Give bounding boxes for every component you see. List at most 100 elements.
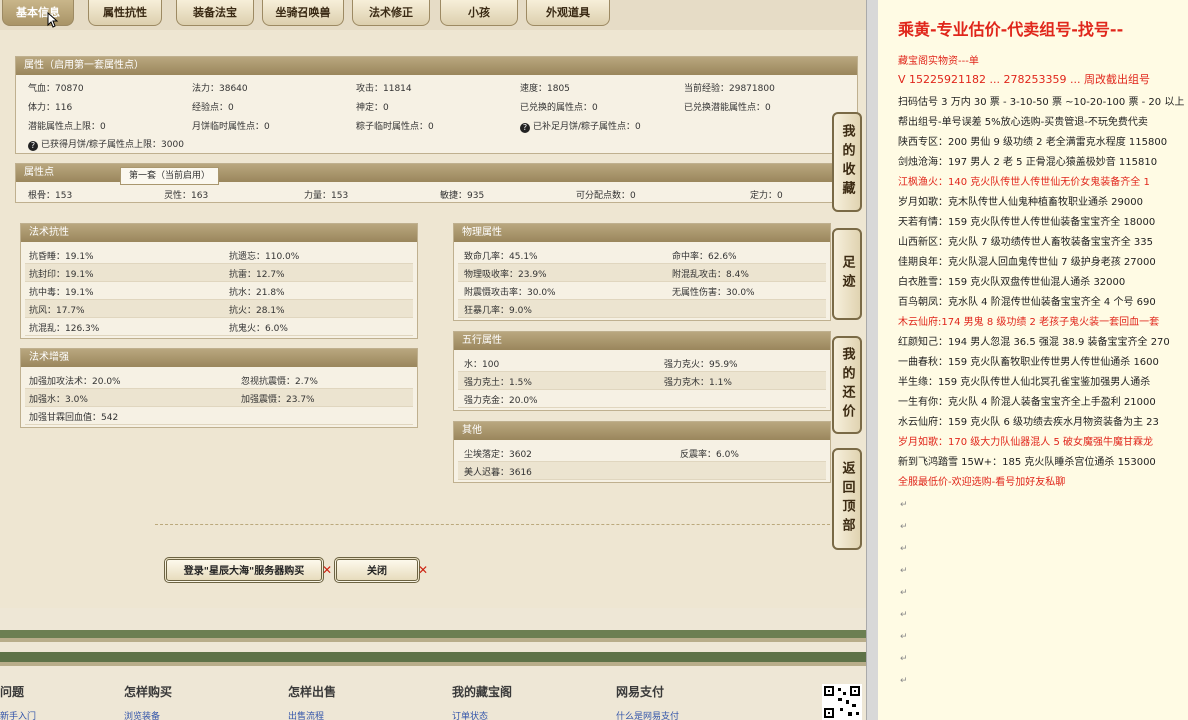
tab-basic-info[interactable]: 基本信息 (2, 0, 74, 26)
notes-line: 白衣胜雪：159 克火队双盘传世仙混人通杀 32000 (898, 277, 1126, 288)
field-free-points: 可分配点数：0 (576, 191, 636, 201)
footprint-button[interactable]: 足迹 (832, 228, 862, 320)
table-row: 抗混乱：126.3% 抗鬼火：6.0% (25, 318, 413, 336)
physical-panel: 物理属性 致命几率：45.1% 命中率：62.6% 物理吸收率：23.9% 附混… (453, 223, 831, 321)
content-area: 属性（启用第一套属性点） 气血：70870 法力：38640 攻击：11814 … (0, 30, 866, 608)
phys-cell: 附混乱攻击：8.4% (672, 270, 749, 280)
field-shending: 神定：0 (356, 103, 389, 113)
footer-col-faq: 问题 (0, 685, 25, 699)
resist-cell: 抗混乱：126.3% (29, 324, 100, 334)
notes-line: 江枫渔火：140 克火队传世人传世仙无价女鬼装备齐全 1 (898, 177, 1150, 188)
table-row: 抗昏睡：19.1% 抗遗忘：110.0% (25, 246, 413, 264)
table-row: 狂暴几率：9.0% (458, 300, 826, 318)
field-minjie: 敏捷：935 (440, 191, 485, 201)
phys-cell: 附震慑攻击率：30.0% (464, 288, 556, 298)
field-mooncake-points: 月饼临时属性点：0 (192, 122, 270, 132)
physical-title: 物理属性 (454, 224, 830, 242)
back-to-top-button[interactable]: 返回顶部 (832, 448, 862, 550)
wuxing-panel: 五行属性 水：100 强力克火：95.9% 强力克土：1.5% 强力克木：1.1… (453, 331, 831, 411)
footer-link[interactable]: 什么是网易支付 (616, 709, 679, 720)
table-row: 抗风：17.7% 抗火：28.1% (25, 300, 413, 318)
tab-equipment[interactable]: 装备法宝 (176, 0, 254, 26)
field-exchanged-points: 已兑换的属性点：0 (520, 103, 598, 113)
enhance-cell: 加强加攻法术：20.0% (29, 377, 121, 387)
mouse-cursor-icon (47, 12, 58, 28)
paragraph-mark-icon: ↵ (900, 588, 908, 598)
resist-cell: 抗昏睡：19.1% (29, 252, 94, 262)
paragraph-mark-icon: ↵ (900, 544, 908, 554)
table-row: 美人迟暮：3616 (458, 462, 826, 480)
table-row: 水：100 强力克火：95.9% (458, 354, 826, 372)
phys-cell: 物理吸收率：23.9% (464, 270, 547, 280)
footer-col-my-cbg: 我的藏宝阁 (452, 685, 513, 699)
notes-line: 半生缘：159 克火队传世人仙北冥孔雀宝鉴加强男人通杀 (898, 377, 1151, 388)
resist-cell: 抗火：28.1% (229, 306, 285, 316)
my-favorites-button[interactable]: 我的收藏 (832, 112, 862, 212)
notes-line: 新到飞鸿踏雪 15W+：185 克火队睡杀宫位通杀 153000 (898, 457, 1156, 468)
resist-cell: 抗鬼火：6.0% (229, 324, 288, 334)
table-row: 尘埃落定：3602 反震率：6.0% (458, 444, 826, 462)
field-zongzi-points: 粽子临时属性点：0 (356, 122, 434, 132)
field-liliang: 力量：153 (304, 191, 349, 201)
other-panel: 其他 尘埃落定：3602 反震率：6.0% 美人迟暮：3616 (453, 421, 831, 483)
notes-line: 山西新区：克火队 7 级功绩传世人畜牧装备宝宝齐全 335 (898, 237, 1153, 248)
table-row: 加强加攻法术：20.0% 忽视抗震慑：2.7% (25, 371, 413, 389)
tab-bar: 基本信息 属性抗性 装备法宝 坐骑召唤兽 法术修正 小孩 外观道具 (0, 0, 866, 30)
notes-title: 乘黄-专业估价-代卖组号-找号-- (898, 20, 1124, 39)
tab-child[interactable]: 小孩 (440, 0, 518, 26)
notes-line: 岁月如歌：170 级大力队仙器混人 5 破女魔强牛魔甘霖龙 (898, 437, 1153, 448)
attribute-panel-title: 属性（启用第一套属性点） (16, 57, 857, 75)
game-window: 基本信息 属性抗性 装备法宝 坐骑召唤兽 法术修正 小孩 外观道具 属性（启用第… (0, 0, 866, 720)
footer-link[interactable]: 浏览装备 (124, 709, 160, 720)
footer-link[interactable]: 新手入门 (0, 709, 36, 720)
table-row: 强力克金：20.0% (458, 390, 826, 408)
notes-line: 一生有你：克火队 4 阶混人装备宝宝齐全上手盈利 21000 (898, 397, 1156, 408)
field-exchanged-potential: 已兑换潜能属性点：0 (684, 103, 771, 113)
tab-mounts-summons[interactable]: 坐骑召唤兽 (262, 0, 344, 26)
paragraph-mark-icon: ↵ (900, 654, 908, 664)
wuxing-cell: 强力克土：1.5% (464, 378, 532, 388)
wuxing-cell: 强力克火：95.9% (664, 360, 738, 370)
other-title: 其他 (454, 422, 830, 440)
spell-enhance-panel: 法术增强 加强加攻法术：20.0% 忽视抗震慑：2.7% 加强水：3.0% 加强… (20, 348, 418, 428)
field-exp: 当前经验：29871800 (684, 84, 775, 94)
footer-link[interactable]: 出售流程 (288, 709, 324, 720)
paragraph-mark-icon: ↵ (900, 676, 908, 686)
field-attack: 攻击：11814 (356, 84, 412, 94)
notes-line: 一曲春秋：159 克火队畜牧职业传世男人传世仙通杀 1600 (898, 357, 1159, 368)
divider-line (155, 524, 835, 525)
wuxing-cell: 强力克金：20.0% (464, 396, 538, 406)
notes-document: 乘黄-专业估价-代卖组号-找号-- 藏宝阁实物资---单 V 152259211… (878, 0, 1188, 720)
tab-spell-correction[interactable]: 法术修正 (352, 0, 430, 26)
footer-col-how-sell: 怎样出售 (288, 685, 337, 699)
my-counteroffer-button[interactable]: 我的还价 (832, 336, 862, 434)
login-buy-button[interactable]: 登录"星辰大海"服务器购买 (164, 557, 324, 583)
tab-attr-resist[interactable]: 属性抗性 (88, 0, 162, 26)
close-button[interactable]: 关闭 (334, 557, 420, 583)
help-icon[interactable]: ? (28, 141, 38, 151)
field-gengu: 根骨：153 (28, 191, 73, 201)
table-row: 抗封印：19.1% 抗雷：12.7% (25, 264, 413, 282)
spell-resist-title: 法术抗性 (21, 224, 417, 242)
points-panel-title: 属性点 (16, 164, 116, 182)
wuxing-title: 五行属性 (454, 332, 830, 350)
phys-cell: 无属性伤害：30.0% (672, 288, 755, 298)
table-row: 物理吸收率：23.9% 附混乱攻击：8.4% (458, 264, 826, 282)
resist-cell: 抗中毒：19.1% (29, 288, 94, 298)
notes-line: 陕西专区：200 男仙 9 级功绩 2 老全满雷克水程度 115800 (898, 137, 1168, 148)
paragraph-mark-icon: ↵ (900, 632, 908, 642)
tab-appearance[interactable]: 外观道具 (526, 0, 610, 26)
enhance-cell: 忽视抗震慑：2.7% (241, 377, 318, 387)
phys-cell: 致命几率：45.1% (464, 252, 538, 262)
notes-line: 藏宝阁实物资---单 (898, 56, 979, 67)
subtab-first-set[interactable]: 第一套（当前启用） (120, 167, 220, 185)
notes-line: 扫码估号 3 万内 30 票 - 3-10-50 票 ~10-20-100 票 … (898, 97, 1185, 108)
resist-cell: 抗水：21.8% (229, 288, 285, 298)
qr-code-icon (822, 684, 862, 720)
notes-line: V 15225921182 ... 278253359 ... 周改截出组号 (898, 73, 1150, 86)
footer-link[interactable]: 订单状态 (452, 709, 488, 720)
resist-cell: 抗封印：19.1% (29, 270, 94, 280)
help-icon[interactable]: ? (520, 123, 530, 133)
paragraph-mark-icon: ↵ (900, 522, 908, 532)
footer-col-netease-pay: 网易支付 (616, 685, 665, 699)
